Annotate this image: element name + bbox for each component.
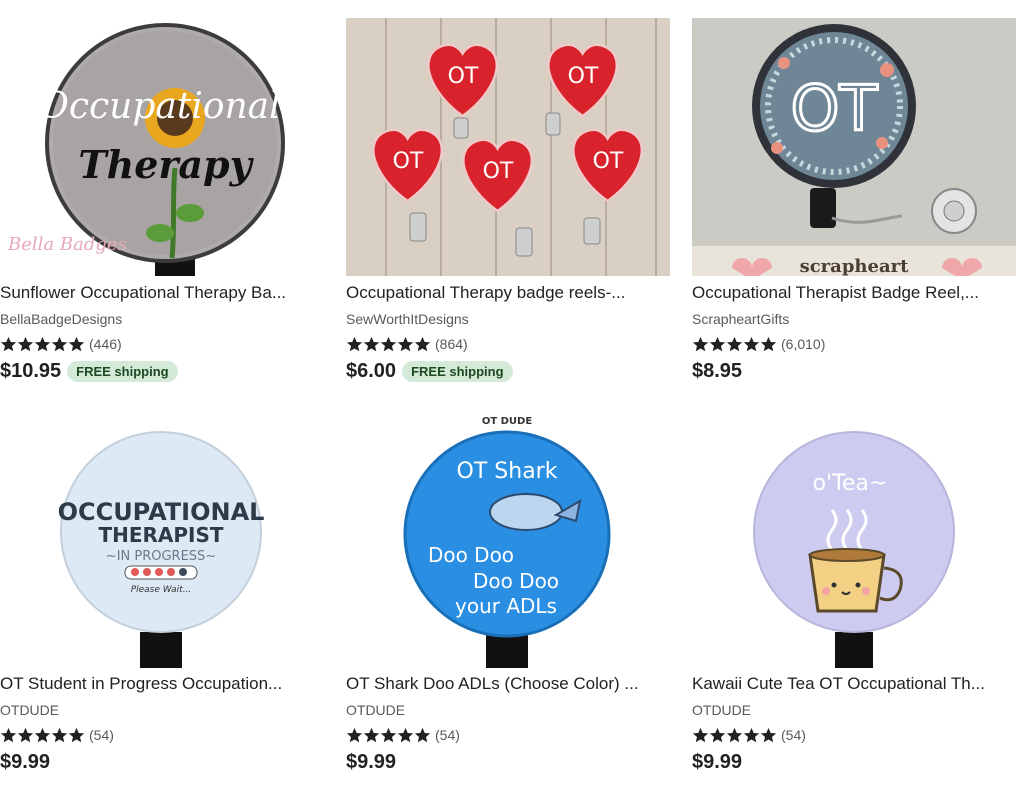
image-text: OT Shark [457, 459, 558, 484]
price: $10.95 [0, 360, 62, 382]
image-text: your ADLs [455, 594, 557, 618]
heart-label: OT [568, 64, 599, 89]
listing-image[interactable]: Occupational Therapy Bella Badges [0, 18, 324, 276]
price-row: $8.95 [692, 360, 742, 383]
watermark: Bella Badges [7, 234, 127, 255]
star-rating-icon [346, 727, 431, 744]
image-text: ~IN PROGRESS~ [106, 549, 216, 564]
listing-title[interactable]: Kawaii Cute Tea OT Occupational Th... [692, 674, 1016, 694]
rating: (54) [692, 726, 806, 744]
review-count: (864) [435, 336, 468, 352]
logo-text: OT DUDE [482, 416, 533, 427]
listing-title[interactable]: Occupational Therapy badge reels-... [346, 283, 670, 303]
price: $8.95 [692, 360, 743, 382]
image-text: THERAPIST [98, 523, 223, 547]
listing-image[interactable]: o'Tea~ [692, 410, 1016, 668]
review-count: (54) [781, 727, 806, 743]
price-row: $9.99 [0, 751, 50, 774]
image-text: o'Tea~ [813, 471, 888, 496]
star-rating-icon [692, 727, 777, 744]
price: $6.00 [346, 360, 397, 382]
listing-title[interactable]: Sunflower Occupational Therapy Ba... [0, 283, 324, 303]
star-rating-icon [692, 336, 777, 353]
shop-name[interactable]: OTDUDE [346, 702, 405, 718]
shop-name[interactable]: BellaBadgeDesigns [0, 311, 122, 327]
rating: (54) [0, 726, 114, 744]
shop-name[interactable]: OTDUDE [692, 702, 751, 718]
image-text: OCCUPATIONAL [58, 498, 265, 526]
banner-text: scrapheart [800, 256, 910, 276]
free-shipping-badge: FREE shipping [402, 361, 513, 382]
shop-name[interactable]: SewWorthItDesigns [346, 311, 469, 327]
review-count: (446) [89, 336, 122, 352]
rating: (446) [0, 335, 122, 353]
price-row: $10.95 FREE shipping [0, 360, 178, 383]
rating: (864) [346, 335, 468, 353]
heart-label: OT [483, 159, 514, 184]
listing-title[interactable]: OT Student in Progress Occupation... [0, 674, 324, 694]
price-row: $6.00 FREE shipping [346, 360, 513, 383]
price: $9.99 [692, 751, 743, 773]
star-rating-icon [0, 727, 85, 744]
listing-image[interactable]: OCCUPATIONAL THERAPIST ~IN PROGRESS~ Ple… [0, 410, 324, 668]
heart-label: OT [593, 149, 624, 174]
rating: (54) [346, 726, 460, 744]
shop-name[interactable]: OTDUDE [0, 702, 59, 718]
image-text: Doo Doo [428, 543, 514, 567]
review-count: (54) [435, 727, 460, 743]
image-text: Occupational [39, 86, 280, 127]
star-rating-icon [346, 336, 431, 353]
price: $9.99 [0, 751, 51, 773]
listing-image[interactable]: OT DUDE OT Shark Doo Doo Doo Doo your AD… [346, 410, 670, 668]
listing-image[interactable]: OT OT OT OT OT [346, 18, 670, 276]
price-row: $9.99 [346, 751, 396, 774]
shop-name[interactable]: ScrapheartGifts [692, 311, 789, 327]
listing-title[interactable]: OT Shark Doo ADLs (Choose Color) ... [346, 674, 670, 694]
image-text: Doo Doo [473, 569, 559, 593]
listing-title[interactable]: Occupational Therapist Badge Reel,... [692, 283, 1016, 303]
star-rating-icon [0, 336, 85, 353]
review-count: (54) [89, 727, 114, 743]
rating: (6,010) [692, 335, 825, 353]
price-row: $9.99 [692, 751, 742, 774]
image-text: Therapy [78, 142, 254, 187]
price: $9.99 [346, 751, 397, 773]
listing-image[interactable]: scrapheart OT [692, 18, 1016, 276]
image-text: Please Wait... [131, 585, 192, 595]
heart-label: OT [393, 149, 424, 174]
free-shipping-badge: FREE shipping [67, 361, 178, 382]
heart-label: OT [448, 64, 479, 89]
review-count: (6,010) [781, 336, 826, 352]
badge-text: OT [791, 72, 879, 145]
listing-grid: Occupational Therapy Bella Badges Sunflo… [0, 0, 1024, 785]
